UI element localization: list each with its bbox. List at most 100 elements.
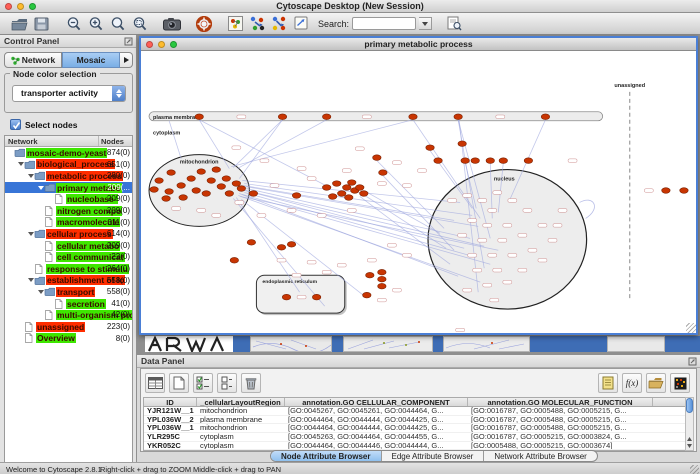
close-button[interactable] [5, 3, 12, 10]
tab-node-attribute-browser[interactable]: Node Attribute Browser [271, 451, 382, 461]
network-canvas[interactable]: plasma membrane cytoplasm mitochondrion … [141, 51, 696, 333]
network-node[interactable] [499, 158, 507, 164]
network-node[interactable] [195, 114, 203, 120]
network-node[interactable] [230, 257, 238, 263]
network-node[interactable] [379, 170, 387, 176]
network-node[interactable] [343, 185, 351, 191]
network-node[interactable] [486, 158, 494, 164]
network-node[interactable] [278, 114, 286, 120]
network-node[interactable] [378, 283, 386, 289]
tree-row[interactable]: transport558(0) [5, 286, 132, 298]
network-node[interactable] [461, 158, 469, 164]
background-window-edge[interactable] [433, 336, 443, 352]
combobox-stepper-icon[interactable] [112, 86, 125, 101]
help-icon[interactable] [194, 15, 213, 33]
search-dropdown-icon[interactable] [419, 17, 432, 30]
network-node[interactable] [378, 276, 386, 282]
layout-a-icon[interactable] [248, 15, 267, 33]
background-window-edge[interactable] [530, 336, 607, 352]
expander-icon[interactable] [27, 278, 34, 282]
background-window-edge[interactable] [665, 336, 700, 352]
column-header[interactable]: annotation.GO CELLULAR_COMPONENT [285, 398, 468, 406]
network-node[interactable] [363, 292, 371, 298]
network-node[interactable] [277, 245, 285, 251]
network-node[interactable] [360, 191, 368, 197]
tree-row[interactable]: macromolecule311(0) [5, 217, 132, 229]
unselect-attributes-icon[interactable] [217, 373, 237, 393]
network-node[interactable] [373, 155, 381, 161]
open-file-icon[interactable] [10, 15, 29, 33]
tree-row[interactable]: multi-organism pro42(0) [5, 309, 132, 321]
tab-mosaic[interactable]: Mosaic [62, 52, 120, 68]
network-node[interactable] [524, 158, 532, 164]
zoom-selected-region-icon[interactable] [130, 15, 149, 33]
snapshot-icon[interactable] [162, 15, 181, 33]
network-node[interactable] [338, 191, 346, 197]
column-header[interactable]: _cellularLayoutRegion [197, 398, 285, 406]
vizmapper-icon[interactable] [226, 15, 245, 33]
network-node[interactable] [356, 185, 364, 191]
network-node[interactable] [345, 195, 353, 201]
network-window-titlebar[interactable]: primary metabolic process [141, 38, 696, 51]
background-window-fragment[interactable] [343, 336, 433, 352]
node-color-combobox[interactable]: transporter activity [12, 85, 126, 102]
network-node[interactable] [179, 195, 187, 201]
network-node[interactable] [155, 178, 163, 184]
search-input[interactable] [352, 17, 416, 30]
network-node[interactable] [348, 180, 356, 186]
zoom-fit-icon[interactable] [108, 15, 127, 33]
network-node[interactable] [202, 191, 210, 197]
background-window-fragment[interactable] [607, 336, 665, 352]
app-resize-grip[interactable] [690, 465, 699, 474]
expander-icon[interactable] [27, 232, 34, 236]
tab-network[interactable]: Network [4, 52, 62, 68]
tab-edge-attribute-browser[interactable]: Edge Attribute Browser [382, 451, 485, 461]
background-window-edge[interactable] [332, 336, 343, 352]
layout-b-icon[interactable] [270, 15, 289, 33]
tree-row[interactable]: nucleobase-209(0) [5, 193, 132, 205]
network-node[interactable] [222, 176, 230, 182]
tab-network-attribute-browser[interactable]: Network Attribute Browser [484, 451, 596, 461]
network-node[interactable] [217, 184, 225, 190]
network-node[interactable] [292, 193, 300, 199]
background-window-fragment[interactable] [250, 336, 332, 352]
network-node[interactable] [192, 188, 200, 194]
tree-row[interactable]: cellular metabo209(0) [5, 240, 132, 252]
tree-row[interactable]: nitrogen compo209(0) [5, 205, 132, 217]
network-node[interactable] [237, 186, 245, 192]
formula-icon[interactable]: f(x) [622, 373, 642, 393]
save-session-icon[interactable] [32, 15, 51, 33]
network-node[interactable] [322, 114, 330, 120]
network-node[interactable] [434, 158, 442, 164]
select-nodes-checkbox[interactable] [10, 119, 21, 130]
scrollbar-thumb[interactable] [686, 398, 693, 413]
table-row[interactable]: YPL036W__1mitochondrion[GO:0044464, GO:0… [144, 424, 685, 433]
network-node[interactable] [366, 272, 374, 278]
zoom-in-icon[interactable] [86, 15, 105, 33]
network-node[interactable] [282, 294, 290, 300]
network-node[interactable] [177, 183, 185, 189]
attribute-table-icon[interactable] [145, 373, 165, 393]
tab-overflow-arrow-icon[interactable] [120, 52, 133, 68]
delete-attribute-icon[interactable] [241, 373, 261, 393]
network-node[interactable] [454, 114, 462, 120]
scroll-up-icon[interactable] [686, 435, 693, 442]
scroll-down-icon[interactable] [686, 442, 693, 449]
background-window-fragment[interactable] [145, 336, 233, 352]
tree-row[interactable]: mosaic-demo-yeast874(0) [5, 147, 132, 159]
network-node[interactable] [249, 191, 257, 197]
zoom-out-icon[interactable] [64, 15, 83, 33]
network-node[interactable] [187, 176, 195, 182]
network-node[interactable] [662, 188, 670, 194]
network-node[interactable] [207, 178, 215, 184]
network-node[interactable] [232, 181, 240, 187]
table-row[interactable]: YLR295Ccytoplasm[GO:0045263, GO:0044464,… [144, 433, 685, 442]
select-attributes-icon[interactable] [193, 373, 213, 393]
expander-icon[interactable] [17, 162, 24, 166]
background-window-fragment[interactable] [443, 336, 530, 352]
tree-row[interactable]: unassigned223(0) [5, 321, 132, 333]
network-node[interactable] [322, 185, 330, 191]
network-node[interactable] [247, 240, 255, 246]
tree-col-network[interactable]: Network [5, 136, 99, 146]
tree-row[interactable]: response to stimulu264(0) [5, 263, 132, 275]
